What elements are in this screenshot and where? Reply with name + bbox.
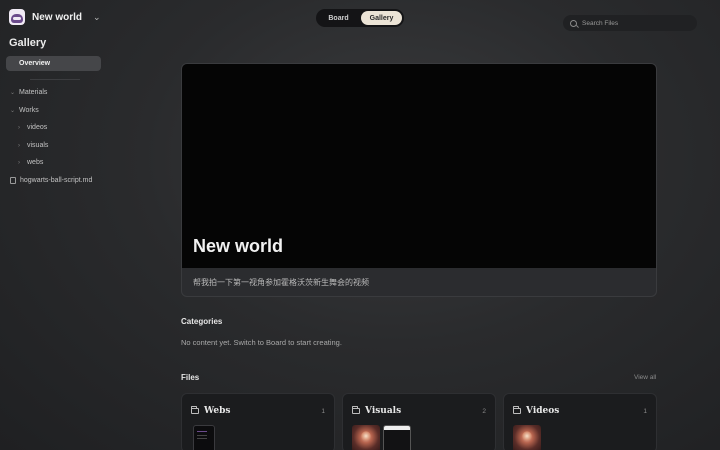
categories-empty-text: No content yet. Switch to Board to start… [181,338,342,347]
workspace-name: New world [32,11,83,23]
file-card-visuals[interactable]: Visuals 2 [342,393,496,450]
card-count: 1 [643,408,647,415]
sidebar-item-script-file[interactable]: hogwarts-ball-script.md [10,177,92,184]
sidebar-item-materials[interactable]: ⌄ Materials [10,89,47,96]
sidebar: New world ⌄ Gallery Overview ⌄ Materials… [0,0,112,450]
sidebar-item-visuals[interactable]: › visuals [18,142,48,149]
sidebar-item-label: videos [27,124,48,131]
chevron-right-icon: › [18,159,20,166]
files-title: Files [181,373,200,382]
card-name: Webs [204,406,231,416]
sidebar-item-label: visuals [27,142,49,149]
search-icon [570,19,577,27]
hero-description: 帮我拍一下第一视角参加霍格沃茨新生舞会的视频 [193,278,369,287]
workspace-switcher[interactable]: New world ⌄ [9,9,101,25]
thumbnail[interactable] [193,425,215,450]
sidebar-item-overview[interactable]: Overview [6,56,101,71]
thumbnail[interactable] [513,425,541,450]
thumbnail[interactable] [352,425,380,450]
chevron-down-icon: ⌄ [10,90,16,96]
chevron-right-icon: › [18,142,20,149]
thumbnail[interactable] [383,425,411,450]
chevron-down-icon: ⌄ [10,108,16,114]
card-header: Webs [191,406,230,416]
file-card-webs[interactable]: Webs 1 [181,393,335,450]
sidebar-item-label: Materials [19,89,48,96]
tab-gallery[interactable]: Gallery [361,11,402,25]
file-icon [10,177,16,184]
sidebar-item-videos[interactable]: › videos [18,124,47,131]
categories-title: Categories [181,317,223,326]
card-header: Videos [513,406,559,416]
folder-icon [352,406,360,414]
view-switcher: Board Gallery [316,9,404,27]
tab-board[interactable]: Board [318,11,359,25]
card-name: Videos [526,406,560,416]
sidebar-item-label: Overview [19,60,51,67]
sidebar-title: Gallery [9,37,47,49]
sidebar-item-label: webs [27,159,44,166]
view-all-link[interactable]: View all [634,374,656,381]
sidebar-divider [30,79,80,80]
sidebar-item-label: Works [19,107,39,114]
chevron-down-icon: ⌄ [93,11,101,22]
sidebar-item-works[interactable]: ⌄ Works [10,107,39,114]
sidebar-item-webs[interactable]: › webs [18,159,43,166]
folder-icon [191,406,199,414]
hero-title: New world [193,236,284,256]
file-card-videos[interactable]: Videos 1 [503,393,657,450]
card-header: Visuals [352,406,401,416]
card-count: 1 [321,408,325,415]
folder-icon [513,406,521,414]
chevron-right-icon: › [18,124,20,131]
card-name: Visuals [365,406,402,416]
workspace-logo-icon [9,9,25,25]
hero-card[interactable]: New world 帮我拍一下第一视角参加霍格沃茨新生舞会的视频 [181,63,657,297]
search-files[interactable]: Search Files [563,15,697,31]
sidebar-item-label: hogwarts-ball-script.md [20,177,93,184]
search-input[interactable]: Search Files [582,20,618,27]
card-count: 2 [482,408,486,415]
